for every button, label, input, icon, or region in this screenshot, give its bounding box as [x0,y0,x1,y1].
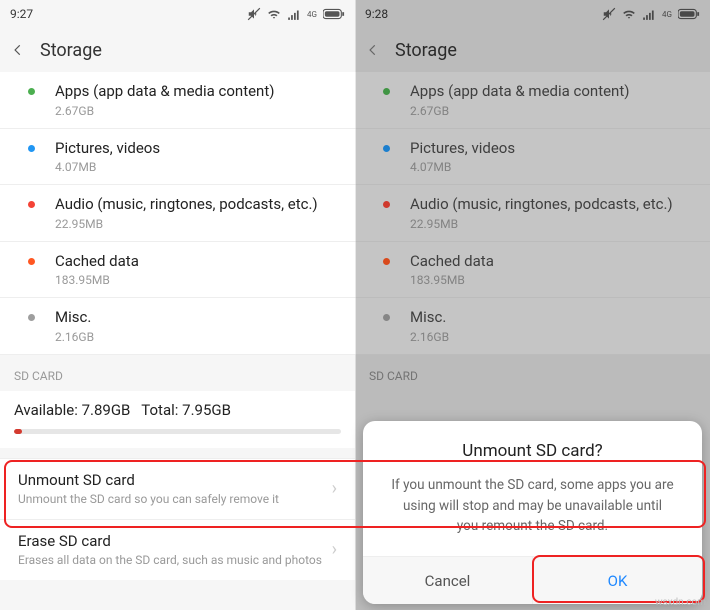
page-title: Storage [40,40,102,61]
dot-icon [28,145,35,152]
category-title: Pictures, videos [410,139,696,159]
category-audio: Audio (music, ringtones, podcasts, etc.)… [355,185,710,242]
sd-action-sub: Erases all data on the SD card, such as … [18,552,324,568]
category-title: Cached data [410,252,696,272]
page-title: Storage [395,40,457,61]
category-cached[interactable]: Cached data 183.95MB [0,242,355,299]
sd-card-section-header: SD CARD [355,355,710,391]
battery-icon [678,8,700,20]
chevron-right-icon: › [332,478,337,499]
sd-action-title: Unmount SD card [18,471,324,489]
category-size: 2.16GB [55,330,341,344]
category-title: Apps (app data & media content) [410,82,696,102]
storage-category-list: Apps (app data & media content) 2.67GB P… [0,72,355,355]
header: Storage [355,28,710,72]
dot-icon [383,314,390,321]
wifi-icon [267,7,281,21]
category-title: Apps (app data & media content) [55,82,341,102]
category-cached: Cached data 183.95MB [355,242,710,299]
sd-card-summary[interactable]: Available: 7.89GB Total: 7.95GB [0,391,355,448]
chevron-right-icon: › [332,539,337,560]
dot-icon [383,145,390,152]
back-button[interactable] [363,40,383,60]
status-icons: 4G [602,7,700,21]
category-title: Misc. [410,308,696,328]
category-size: 2.16GB [410,330,696,344]
category-pictures: Pictures, videos 4.07MB [355,129,710,186]
category-title: Cached data [55,252,341,272]
dialog-title: Unmount SD card? [363,441,702,461]
mute-icon [602,7,616,21]
sd-summary-text: Available: 7.89GB Total: 7.95GB [14,401,341,419]
sd-usage-fill [14,429,22,434]
category-misc[interactable]: Misc. 2.16GB [0,298,355,355]
category-pictures[interactable]: Pictures, videos 4.07MB [0,129,355,186]
sd-card-section-header: SD CARD [0,355,355,391]
dot-icon [28,88,35,95]
sd-action-title: Erase SD card [18,532,324,550]
category-title: Audio (music, ringtones, podcasts, etc.) [410,195,696,215]
status-bar: 9:27 4G [0,0,355,28]
category-size: 2.67GB [55,104,341,118]
status-bar: 9:28 4G [355,0,710,28]
signal-icon [642,7,656,21]
dot-icon [28,314,35,321]
category-audio[interactable]: Audio (music, ringtones, podcasts, etc.)… [0,185,355,242]
category-size: 2.67GB [410,104,696,118]
unmount-confirm-dialog: Unmount SD card? If you unmount the SD c… [363,421,702,604]
cancel-button[interactable]: Cancel [363,557,533,604]
category-size: 4.07MB [55,160,341,174]
dot-icon [383,258,390,265]
category-size: 183.95MB [55,273,341,287]
category-size: 183.95MB [410,273,696,287]
category-title: Misc. [55,308,341,328]
dot-icon [383,88,390,95]
storage-category-list: Apps (app data & media content) 2.67GB P… [355,72,710,355]
network-4g-label: 4G [307,10,317,19]
category-title: Audio (music, ringtones, podcasts, etc.) [55,195,341,215]
dot-icon [28,258,35,265]
category-size: 22.95MB [55,217,341,231]
sd-usage-bar [14,429,341,434]
category-size: 22.95MB [410,217,696,231]
dialog-button-row: Cancel OK [363,556,702,604]
unmount-sd-card-item[interactable]: Unmount SD card Unmount the SD card so y… [0,458,355,519]
category-apps: Apps (app data & media content) 2.67GB [355,72,710,129]
header: Storage [0,28,355,72]
dialog-body: If you unmount the SD card, some apps yo… [363,475,702,556]
sd-action-sub: Unmount the SD card so you can safely re… [18,491,324,507]
signal-icon [287,7,301,21]
wifi-icon [622,7,636,21]
dot-icon [28,201,35,208]
category-misc: Misc. 2.16GB [355,298,710,355]
watermark: wsxdn.com [655,597,706,608]
status-time: 9:27 [10,7,33,21]
category-apps[interactable]: Apps (app data & media content) 2.67GB [0,72,355,129]
erase-sd-card-item[interactable]: Erase SD card Erases all data on the SD … [0,519,355,580]
mute-icon [247,7,261,21]
screen-left: 9:27 4G Storage Apps (app data [0,0,355,610]
back-button[interactable] [8,40,28,60]
dot-icon [383,201,390,208]
status-time: 9:28 [365,7,388,21]
category-title: Pictures, videos [55,139,341,159]
battery-icon [323,8,345,20]
network-4g-label: 4G [662,10,672,19]
category-size: 4.07MB [410,160,696,174]
status-icons: 4G [247,7,345,21]
